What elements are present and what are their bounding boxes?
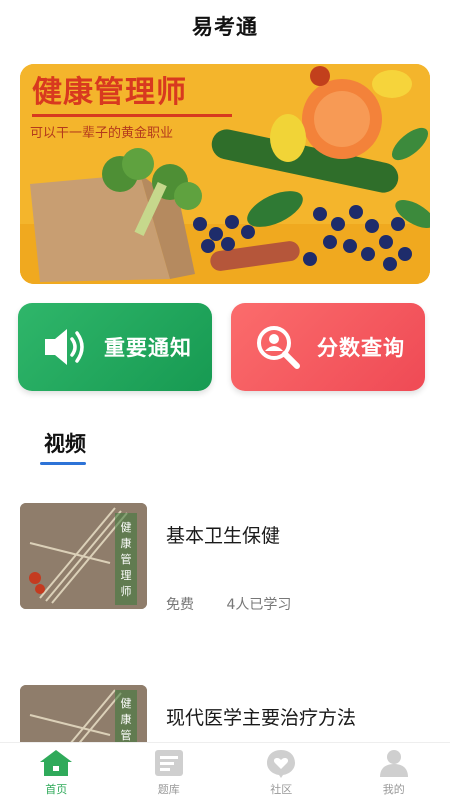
video-title: 基本卫生保健	[166, 525, 281, 547]
svg-text:师: 师	[121, 585, 132, 598]
video-title: 现代医学主要治疗方法	[166, 707, 357, 729]
quick-actions: 重要通知 分数查询	[18, 303, 430, 391]
video-learners: 4人已学习	[226, 597, 292, 613]
section-underline	[40, 462, 86, 465]
banner-subtitle: 可以干一辈子的黄金职业	[30, 126, 174, 141]
tab-home-label: 首页	[45, 783, 68, 796]
question-bank-icon	[150, 747, 188, 779]
score-query-label: 分数查询	[317, 336, 405, 360]
tab-profile-label: 我的	[382, 783, 405, 796]
tab-community[interactable]: 社区	[225, 743, 338, 800]
svg-text:管: 管	[121, 552, 132, 566]
tab-profile[interactable]: 我的	[338, 743, 450, 800]
video-list-item[interactable]: 健 康 管 理 师 基本卫生保健 免费 4人已学习	[20, 503, 430, 613]
svg-text:康: 康	[121, 712, 132, 726]
video-thumbnail: 健 康 管 理 师	[20, 503, 147, 609]
svg-text:健: 健	[121, 697, 132, 710]
search-person-icon	[253, 322, 303, 372]
tab-question-bank-label: 题库	[157, 783, 180, 796]
video-section-title: 视频	[44, 432, 86, 456]
app-header: 易考通	[0, 0, 450, 52]
tab-question-bank[interactable]: 题库	[113, 743, 226, 800]
banner-divider	[32, 114, 232, 117]
video-price: 免费	[166, 597, 194, 613]
svg-text:康: 康	[121, 536, 132, 550]
svg-text:管: 管	[121, 728, 132, 742]
score-query-button[interactable]: 分数查询	[231, 303, 425, 391]
promo-banner[interactable]: 健康管理师 可以干一辈子的黄金职业	[20, 64, 430, 284]
important-notice-button[interactable]: 重要通知	[18, 303, 212, 391]
speaker-icon	[40, 322, 90, 372]
svg-text:理: 理	[121, 569, 132, 582]
profile-icon	[375, 747, 413, 779]
tab-home[interactable]: 首页	[0, 743, 113, 800]
home-icon	[37, 747, 75, 779]
tab-community-label: 社区	[270, 783, 293, 796]
important-notice-label: 重要通知	[104, 336, 192, 360]
community-icon	[262, 747, 300, 779]
video-meta: 免费 4人已学习	[166, 594, 319, 614]
bottom-tab-bar: 首页 题库 社区 我的	[0, 742, 450, 800]
svg-text:健: 健	[121, 521, 132, 534]
banner-headline: 健康管理师	[32, 75, 187, 110]
app-title: 易考通	[192, 15, 258, 39]
